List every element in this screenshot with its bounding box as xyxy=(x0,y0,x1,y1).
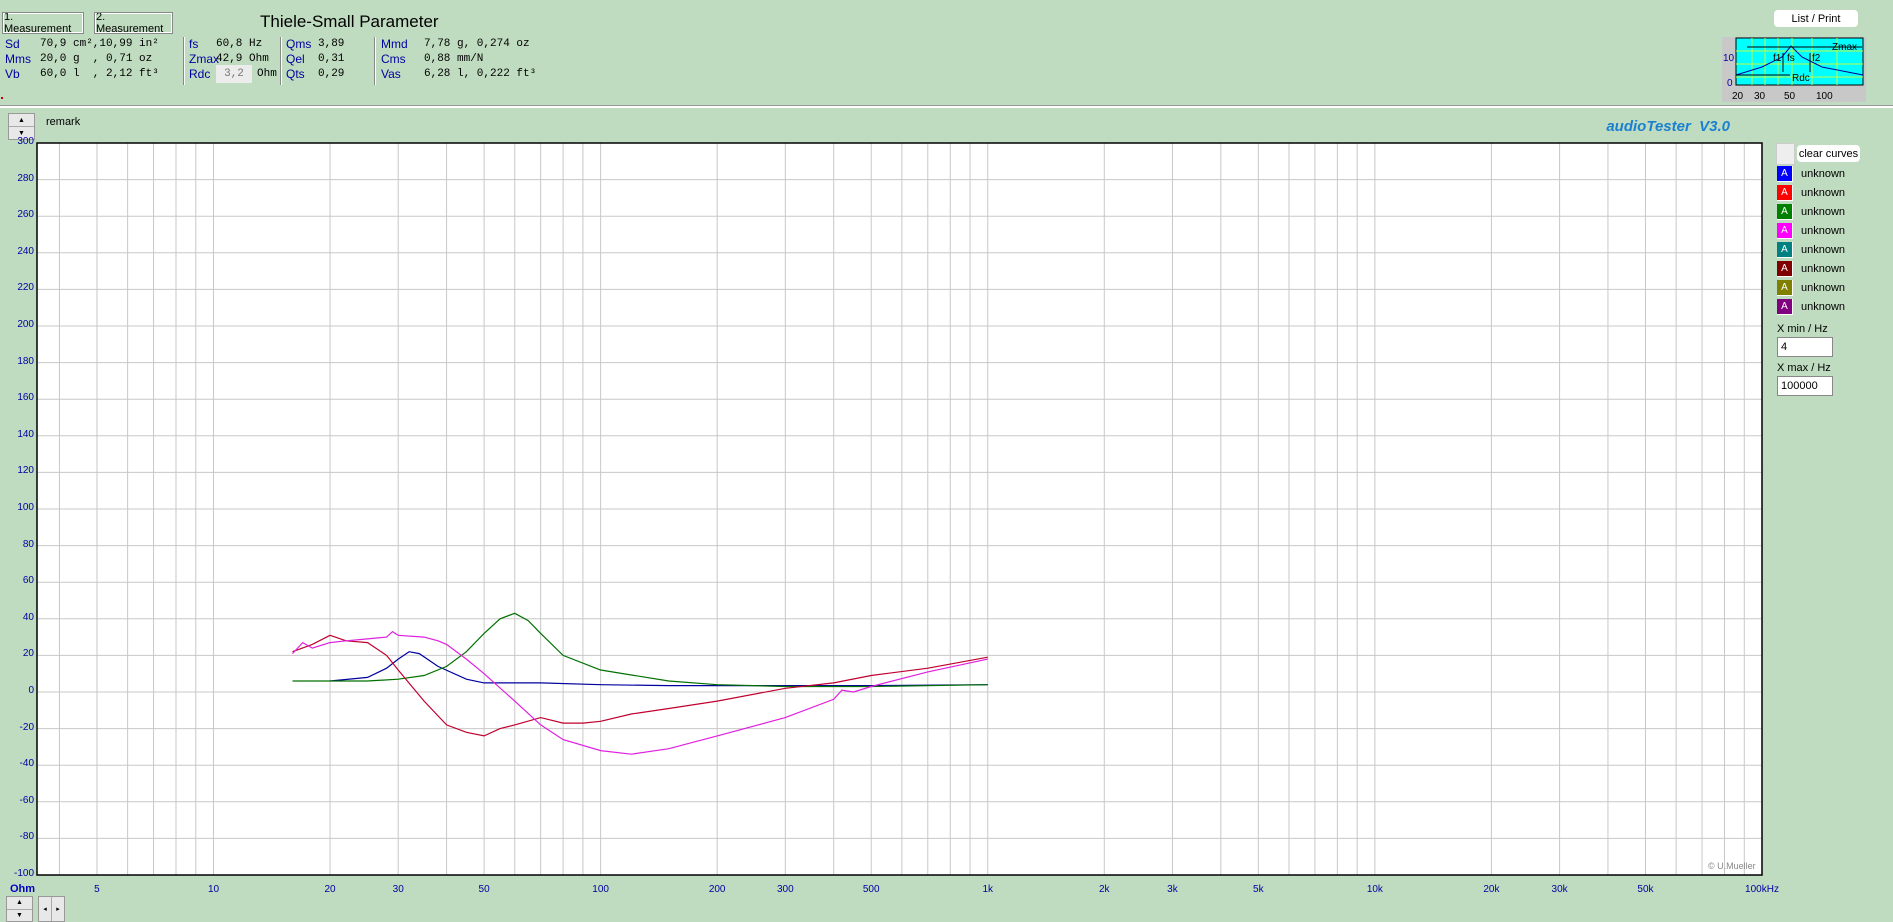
y-tick-label: 260 xyxy=(17,209,34,221)
mini-f1: f1 xyxy=(1773,53,1782,64)
legend-label: unknown xyxy=(1801,263,1846,275)
x-tick-label: 20k xyxy=(1483,884,1500,895)
y-tick-label: 40 xyxy=(22,611,34,623)
y-tick-label: 280 xyxy=(17,172,34,184)
clear-curves-button[interactable]: clear curves xyxy=(1797,145,1860,162)
x-scroll-stepper[interactable]: ◂ ▸ xyxy=(38,896,65,922)
y-tick-label: 200 xyxy=(17,319,34,330)
impedance-chart xyxy=(36,142,1763,876)
xmax-input[interactable] xyxy=(1777,376,1833,396)
y-unit-label: Ohm xyxy=(10,883,36,895)
curve-color-icon[interactable]: A xyxy=(1777,261,1793,277)
y-tick-label: 240 xyxy=(17,245,34,257)
copyright: © U.Mueller xyxy=(1708,861,1756,871)
y-tick-label: -20 xyxy=(19,721,34,733)
y-tick-label: 140 xyxy=(17,428,34,440)
xmin-label: X min / Hz xyxy=(1777,323,1828,335)
y-tick-label: 100 xyxy=(17,502,34,513)
x-tick-label: 2k xyxy=(1099,884,1110,895)
legend-label: unknown xyxy=(1801,168,1846,180)
x-tick-label: 100 xyxy=(592,884,609,895)
x-tick-label: 20 xyxy=(324,884,336,895)
down-arrow-icon[interactable]: ▼ xyxy=(7,910,32,922)
y-tick-label: -80 xyxy=(19,831,34,843)
x-tick-label: 30k xyxy=(1551,884,1568,895)
left-arrow-icon[interactable]: ◂ xyxy=(39,897,52,921)
y-tick-label: 160 xyxy=(17,392,34,404)
legend-label: unknown xyxy=(1801,282,1846,294)
legend-label: unknown xyxy=(1801,244,1846,256)
curve-color-icon[interactable]: A xyxy=(1777,223,1793,239)
y-tick-label: 80 xyxy=(22,538,34,550)
curve-color-icon[interactable]: A xyxy=(1777,280,1793,296)
x-tick-label: 1k xyxy=(982,884,994,895)
y-zoom-stepper[interactable]: ▲ ▼ xyxy=(6,896,33,922)
x-tick-label: 100kHz xyxy=(1745,884,1779,895)
mini-xtick: 100 xyxy=(1816,91,1833,102)
y-tick-label: 220 xyxy=(17,282,34,294)
curve-color-icon[interactable]: A xyxy=(1777,185,1793,201)
up-arrow-icon[interactable]: ▲ xyxy=(7,897,32,910)
curve-color-icon[interactable]: A xyxy=(1777,166,1793,182)
legend-item[interactable]: Aunknown xyxy=(1777,223,1845,239)
legend-item[interactable]: Aunknown xyxy=(1777,299,1845,315)
x-tick-label: 300 xyxy=(776,884,794,895)
legend-item[interactable]: Aunknown xyxy=(1777,204,1845,220)
legend-item[interactable]: Aunknown xyxy=(1777,261,1845,277)
legend-label: unknown xyxy=(1801,187,1846,199)
x-tick-label: 10k xyxy=(1366,884,1383,895)
y-tick-label: 180 xyxy=(17,355,34,367)
y-tick-label: 60 xyxy=(22,575,34,587)
xmax-label: X max / Hz xyxy=(1777,362,1831,374)
x-tick-label: 5 xyxy=(94,884,100,895)
legend-item[interactable]: Aunknown xyxy=(1777,185,1845,201)
list-print-button[interactable]: List / Print xyxy=(1774,10,1858,27)
x-tick-label: 200 xyxy=(708,884,726,895)
x-tick-label: 5k xyxy=(1253,884,1264,895)
legend-item[interactable]: Aunknown xyxy=(1777,166,1845,182)
y-tick-label: -60 xyxy=(19,794,34,806)
x-tick-label: 50 xyxy=(478,884,490,895)
x-tick-label: 10 xyxy=(207,884,220,895)
xmin-input[interactable] xyxy=(1777,337,1833,357)
y-tick-label: -40 xyxy=(19,758,34,770)
mini-zmax: Zmax xyxy=(1832,42,1857,53)
right-arrow-icon[interactable]: ▸ xyxy=(52,897,64,921)
curve-color-icon[interactable]: A xyxy=(1777,204,1793,220)
y-tick-label: 20 xyxy=(22,648,34,660)
legend-label: unknown xyxy=(1801,225,1846,237)
clear-curves-swatch[interactable] xyxy=(1776,143,1795,165)
mini-xtick: 50 xyxy=(1784,91,1796,102)
y-tick-label: 300 xyxy=(17,136,34,147)
mini-rdc: Rdc xyxy=(1792,73,1810,84)
legend-label: unknown xyxy=(1801,301,1846,313)
curve-color-icon[interactable]: A xyxy=(1777,299,1793,315)
legend-item[interactable]: Aunknown xyxy=(1777,242,1845,258)
legend-label: unknown xyxy=(1801,206,1846,218)
x-tick-label: 50k xyxy=(1637,884,1654,895)
x-tick-label: 30 xyxy=(392,884,404,895)
mini-f2: f2 xyxy=(1812,53,1821,64)
x-tick-label: 500 xyxy=(862,884,880,895)
y-tick-label: 0 xyxy=(28,685,34,696)
x-tick-label: 3k xyxy=(1167,884,1178,895)
y-tick-label: -100 xyxy=(13,868,34,879)
mini-fs: fs xyxy=(1787,53,1795,64)
y-tick-label: 120 xyxy=(17,465,34,477)
curve-color-icon[interactable]: A xyxy=(1777,242,1793,258)
legend-item[interactable]: Aunknown xyxy=(1777,280,1845,296)
